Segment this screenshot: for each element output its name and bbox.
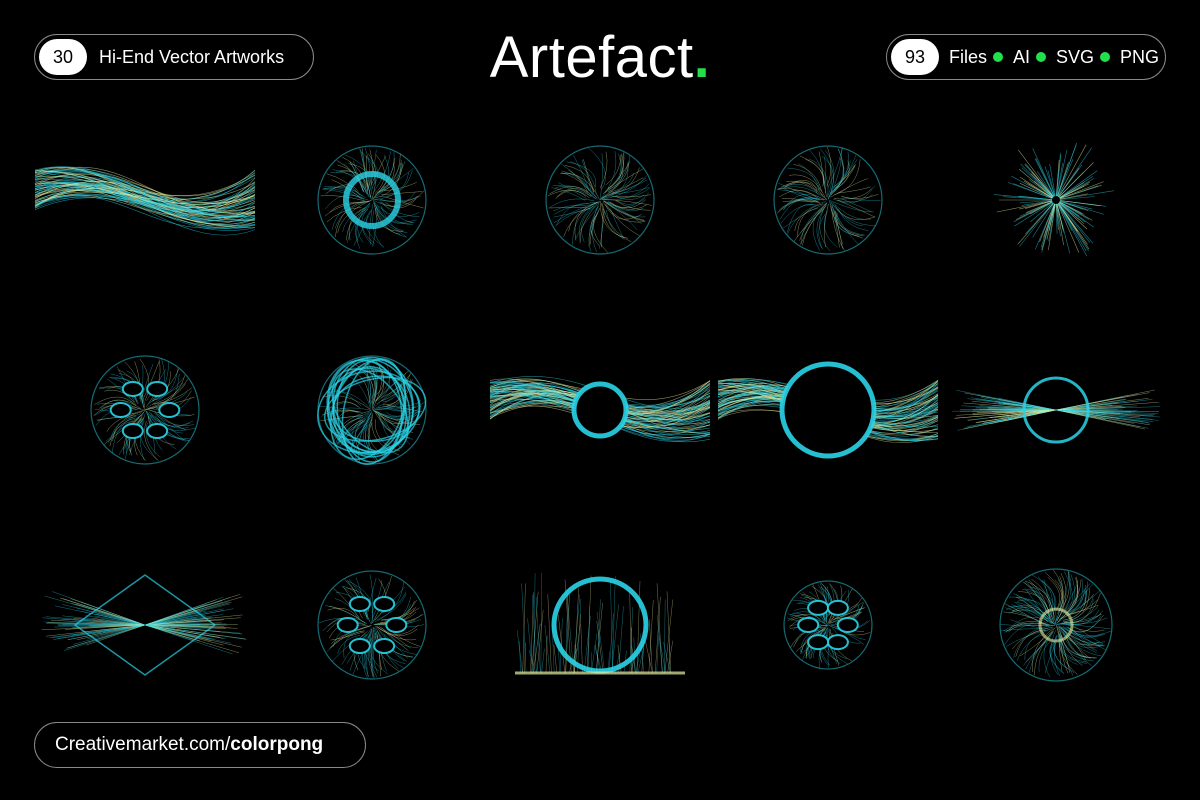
store-url-handle: colorpong: [230, 734, 324, 755]
horizontal-sphere-artwork: [952, 376, 1161, 444]
starburst-circle-artwork: [545, 145, 655, 255]
artwork-grid: [34, 142, 1161, 682]
wave-splash-artwork: [34, 166, 256, 236]
store-url-prefix: Creativemarket.com/: [55, 734, 231, 755]
hairy-ring-artwork: [999, 568, 1113, 682]
cell-circle-artwork: [90, 355, 200, 465]
arch-ring-artwork: [515, 572, 685, 675]
store-link[interactable]: Creativemarket.com/colorpong: [34, 722, 366, 768]
radial-flower-circle-artwork: [773, 145, 883, 255]
loop-sphere-artwork: [317, 355, 427, 465]
wave-ring-small-artwork: [489, 376, 711, 443]
ring-circle-artwork: [317, 145, 427, 255]
small-cell-circle-artwork: [783, 580, 873, 670]
hexagon-flower-artwork: [993, 142, 1114, 257]
wave-ring-large-artwork: [717, 361, 939, 459]
diamond-burst-artwork: [41, 574, 247, 676]
store-url[interactable]: Creativemarket.com/colorpong: [55, 734, 323, 756]
cell-circle-2-artwork: [317, 570, 427, 680]
